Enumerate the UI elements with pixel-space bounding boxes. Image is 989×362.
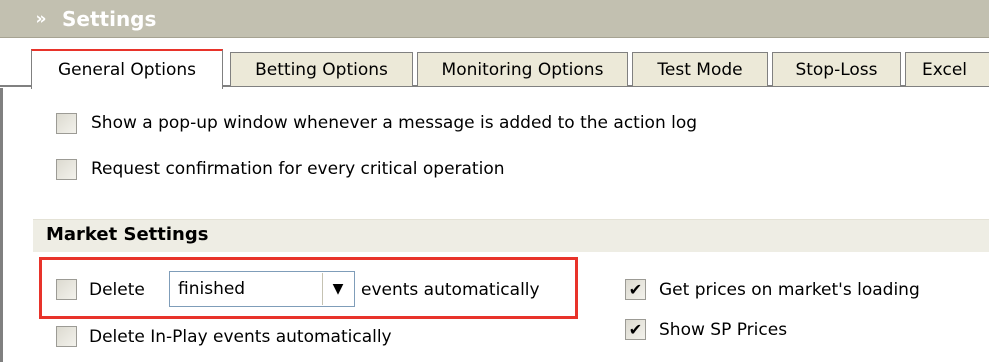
tab-label: Test Mode xyxy=(657,59,743,80)
tab-stop-loss[interactable]: Stop-Loss xyxy=(772,52,901,86)
prices-label: Get prices on market's loading xyxy=(659,280,920,300)
section-title: Market Settings xyxy=(46,224,209,245)
tab-monitoring-options[interactable]: Monitoring Options xyxy=(417,52,628,86)
popup-label: Show a pop-up window whenever a message … xyxy=(91,113,698,133)
tab-label: Excel xyxy=(922,59,968,80)
select-value: finished xyxy=(178,279,246,299)
tab-betting-options[interactable]: Betting Options xyxy=(230,52,413,86)
checkmark-icon: ✔ xyxy=(628,320,643,339)
tab-label: General Options xyxy=(58,60,196,80)
delete-label: Delete xyxy=(89,280,145,300)
collapse-chevron-icon[interactable]: » xyxy=(30,8,52,30)
tab-test-mode[interactable]: Test Mode xyxy=(632,52,768,86)
checkmark-icon: ✔ xyxy=(628,280,643,299)
tab-excel[interactable]: Excel xyxy=(905,52,989,86)
delete-suffix-label: events automatically xyxy=(361,280,540,300)
tab-label: Monitoring Options xyxy=(441,59,604,80)
panel-left-border xyxy=(0,88,3,362)
panel-header[interactable]: » Settings xyxy=(0,0,989,38)
confirm-checkbox[interactable] xyxy=(56,159,77,180)
delete-event-select[interactable]: finished ▼ xyxy=(169,271,355,307)
sp-prices-label: Show SP Prices xyxy=(659,320,788,340)
popup-checkbox[interactable] xyxy=(56,113,77,134)
tab-general-options[interactable]: General Options xyxy=(31,49,223,89)
prices-checkbox[interactable]: ✔ xyxy=(625,279,646,300)
confirm-label: Request confirmation for every critical … xyxy=(91,159,505,179)
panel-title: Settings xyxy=(62,6,157,31)
inplay-checkbox[interactable] xyxy=(56,326,77,347)
dropdown-arrow-icon[interactable]: ▼ xyxy=(322,273,353,305)
delete-checkbox[interactable] xyxy=(56,279,77,300)
tab-label: Betting Options xyxy=(255,59,388,80)
tab-label: Stop-Loss xyxy=(795,59,878,80)
inplay-label: Delete In-Play events automatically xyxy=(89,327,392,347)
sp-prices-checkbox[interactable]: ✔ xyxy=(625,319,646,340)
